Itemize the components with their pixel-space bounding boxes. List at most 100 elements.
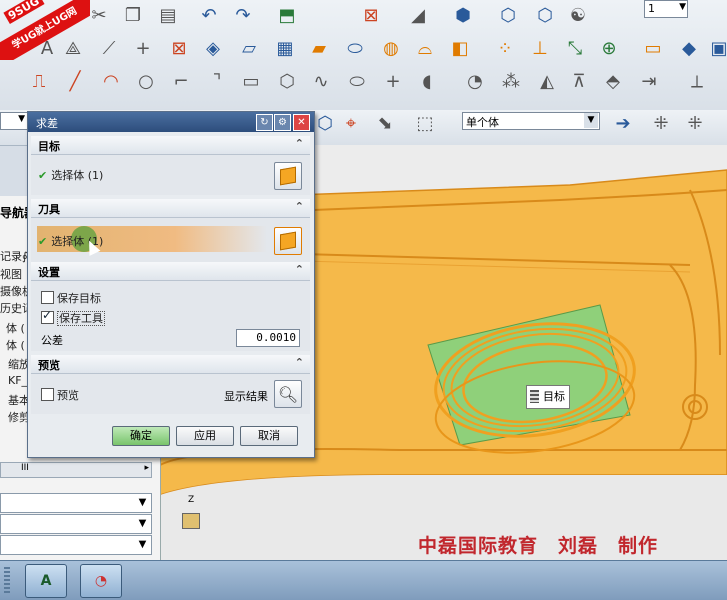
close-icon[interactable]: ✕ (293, 114, 310, 131)
revolve-icon[interactable]: ◍ (378, 35, 404, 61)
point-icon[interactable]: + (130, 35, 156, 61)
chevron-down-icon[interactable]: ▼ (136, 496, 149, 509)
rectangle-icon[interactable]: ▭ (238, 68, 264, 94)
point-set-icon[interactable]: ⊠ (166, 35, 192, 61)
start-menu-icon[interactable]: ⬒ (274, 2, 300, 28)
taskbar-app-nx-icon[interactable]: ◔ (80, 564, 122, 598)
chevron-up-icon[interactable]: ⌃ (295, 137, 304, 150)
surface-icon[interactable]: ◈ (200, 35, 226, 61)
point-on-curve-icon[interactable]: ⁜ (648, 110, 674, 136)
wireframe-cube-icon[interactable]: ⬡ (495, 2, 521, 28)
chamfer-icon[interactable]: ⌝ (204, 68, 230, 94)
scrollbar-grip[interactable]: III (21, 463, 29, 473)
circle-icon[interactable]: ○ (133, 68, 159, 94)
navigator-item[interactable]: 体 ( (6, 337, 25, 353)
selection-tool-icon[interactable]: ⬊ (372, 110, 398, 136)
redo-icon[interactable]: ↷ (230, 2, 256, 28)
preview-box[interactable] (41, 388, 54, 401)
offset-curve-icon[interactable]: ◖ (414, 68, 440, 94)
tool-select-cube-button[interactable] (274, 227, 302, 255)
ok-button[interactable]: 确定 (112, 426, 170, 446)
pattern-curve-icon[interactable]: ◔ (462, 68, 488, 94)
navigator-dropdown-1[interactable]: ▼ (0, 493, 152, 513)
point-snap-icon[interactable]: ⌖ (338, 110, 364, 136)
fillet-icon[interactable]: ⌐ (168, 68, 194, 94)
preview-section-header[interactable]: 预览 ⌃ (31, 355, 310, 374)
select-filter-dropdown[interactable]: 单个体 ▼ (462, 112, 600, 130)
move-face-icon[interactable]: ⊕ (596, 35, 622, 61)
tolerance-input[interactable]: 0.0010 (236, 329, 300, 347)
cylinder-icon[interactable]: ⬭ (342, 35, 368, 61)
chevron-down-icon[interactable]: ▼ (136, 517, 149, 530)
chevron-up-icon[interactable]: ⌃ (295, 356, 304, 369)
reset-icon[interactable]: ↻ (256, 114, 273, 131)
navigator-item[interactable]: KF_ (8, 374, 27, 387)
type-filter-dropdown[interactable]: ▼ (0, 112, 28, 130)
target-section-header[interactable]: 目标 ⌃ (31, 136, 310, 155)
taskbar-app-ug-icon[interactable]: A (25, 564, 67, 598)
datum-axis-icon[interactable]: ⟋ (96, 35, 122, 61)
arc-icon[interactable]: ◠ (98, 68, 124, 94)
intersection-point-icon[interactable]: ◭ (534, 68, 560, 94)
fit-view-icon[interactable]: ⊠ (358, 2, 384, 28)
line-icon[interactable]: ╱ (62, 68, 88, 94)
project-curve-icon[interactable]: ⬘ (600, 68, 626, 94)
navigator-item[interactable]: 记录∮ (0, 248, 28, 264)
preview-checkbox[interactable]: 预览 (41, 387, 79, 403)
chevron-down-icon[interactable]: ▼ (136, 538, 149, 551)
profile-icon[interactable]: ⎍ (26, 68, 52, 94)
extrude-icon[interactable]: ▰ (306, 35, 332, 61)
horizontal-scrollbar[interactable]: III ▸ (0, 462, 152, 478)
shell-icon[interactable]: ▭ (640, 35, 666, 61)
show-result-button[interactable]: 🔍︎ (274, 380, 302, 408)
mesh-icon[interactable]: ▦ (272, 35, 298, 61)
block-icon[interactable]: ◧ (447, 35, 473, 61)
chevron-down-icon[interactable]: ▼ (18, 114, 25, 124)
draft-icon[interactable]: ◆ (676, 35, 702, 61)
copy-icon[interactable]: ❐ (120, 2, 146, 28)
keep-tool-checkbox[interactable]: 保存工具 (41, 308, 105, 326)
apply-button[interactable]: 应用 (176, 426, 234, 446)
quick-extend-icon[interactable]: ⟂ (684, 68, 710, 94)
tube-icon[interactable]: ⌓ (412, 35, 438, 61)
polygon-icon[interactable]: ⬡ (274, 68, 300, 94)
constraint-icon[interactable]: ⤡ (562, 35, 588, 61)
pattern-icon[interactable]: ⁘ (492, 35, 518, 61)
scroll-right-icon[interactable]: ▸ (144, 463, 149, 473)
quick-trim-icon[interactable]: ⇥ (636, 68, 662, 94)
chevron-down-icon[interactable]: ▼ (584, 113, 598, 128)
settings-section-header[interactable]: 设置 ⌃ (31, 262, 310, 281)
studio-spline-icon[interactable]: ∿ (308, 68, 334, 94)
tool-section-header[interactable]: 刀具 ⌃ (31, 199, 310, 218)
ellipse-icon[interactable]: ⬭ (344, 68, 370, 94)
quadrant-point-icon[interactable]: ⁜ (682, 110, 708, 136)
navigator-dropdown-3[interactable]: ▼ (0, 535, 152, 555)
dialog-title-bar[interactable]: 求差 ↻ ⚙ ✕ (28, 112, 314, 132)
derived-lines-icon[interactable]: ⊼ (566, 68, 592, 94)
navigator-item[interactable]: 体 ( (6, 320, 25, 336)
cancel-button[interactable]: 取消 (240, 426, 298, 446)
arrow-right-icon[interactable]: ➔ (610, 110, 636, 136)
target-select-cube-button[interactable] (274, 162, 302, 190)
navigator-item[interactable]: 视图 (0, 266, 22, 282)
chevron-down-icon[interactable]: ▼ (679, 2, 686, 12)
keep-tool-box[interactable] (41, 308, 54, 324)
trim-body-icon[interactable]: ▣ (706, 35, 727, 61)
sheet-icon[interactable]: ▱ (236, 35, 262, 61)
snap-icon[interactable]: ⬡ (312, 110, 338, 136)
edges-cube-icon[interactable]: ⬡ (532, 2, 558, 28)
offset-icon[interactable]: ⊥ (527, 35, 553, 61)
keep-target-checkbox[interactable]: 保存目标 (41, 290, 101, 306)
mirror-curve-icon[interactable]: ⁂ (498, 68, 524, 94)
gear-icon[interactable]: ⚙ (274, 114, 291, 131)
yin-yang-icon[interactable]: ☯ (565, 2, 591, 28)
target-select-body[interactable]: ✔ 选择体 (1) (38, 167, 103, 183)
undo-icon[interactable]: ↶ (196, 2, 222, 28)
shaded-cube-icon[interactable]: ⬢ (450, 2, 476, 28)
sketch-point-icon[interactable]: + (380, 68, 406, 94)
navigator-dropdown-2[interactable]: ▼ (0, 514, 152, 534)
render-style-icon[interactable]: ◢ (405, 2, 431, 28)
chevron-up-icon[interactable]: ⌃ (295, 200, 304, 213)
paste-icon[interactable]: ▤ (155, 2, 181, 28)
keep-target-box[interactable] (41, 291, 54, 304)
